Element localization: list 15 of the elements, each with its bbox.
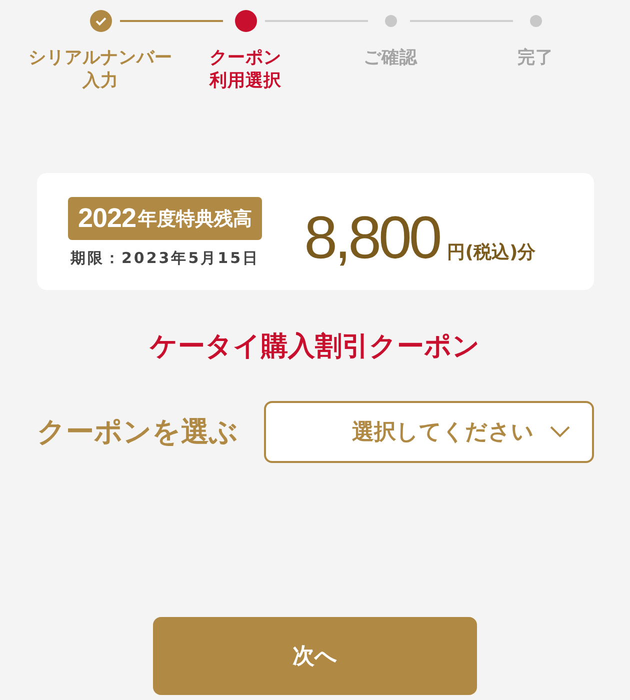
step-label: クーポン [210,47,282,70]
coupon-title: ケータイ購入割引クーポン [150,332,480,362]
step-label: シリアルナンバー [28,47,172,70]
caret-icon [550,426,570,438]
step-label: 入力 [82,70,118,93]
year-badge: 2022年度特典残高 [68,197,262,240]
step-label: 利用選択 [210,70,282,93]
step-label: 完了 [518,47,554,70]
expiry-date: 期限：2023年5月15日 [70,248,260,269]
next-button[interactable]: 次へ [153,617,477,695]
amount-unit: 円(税込)分 [447,241,536,264]
coupon-dropdown[interactable]: 選択してください [264,401,594,463]
balance-amount: 8,800 [304,203,440,273]
select-label: クーポンを選ぶ [37,414,238,450]
step-label: ご確認 [364,47,418,70]
